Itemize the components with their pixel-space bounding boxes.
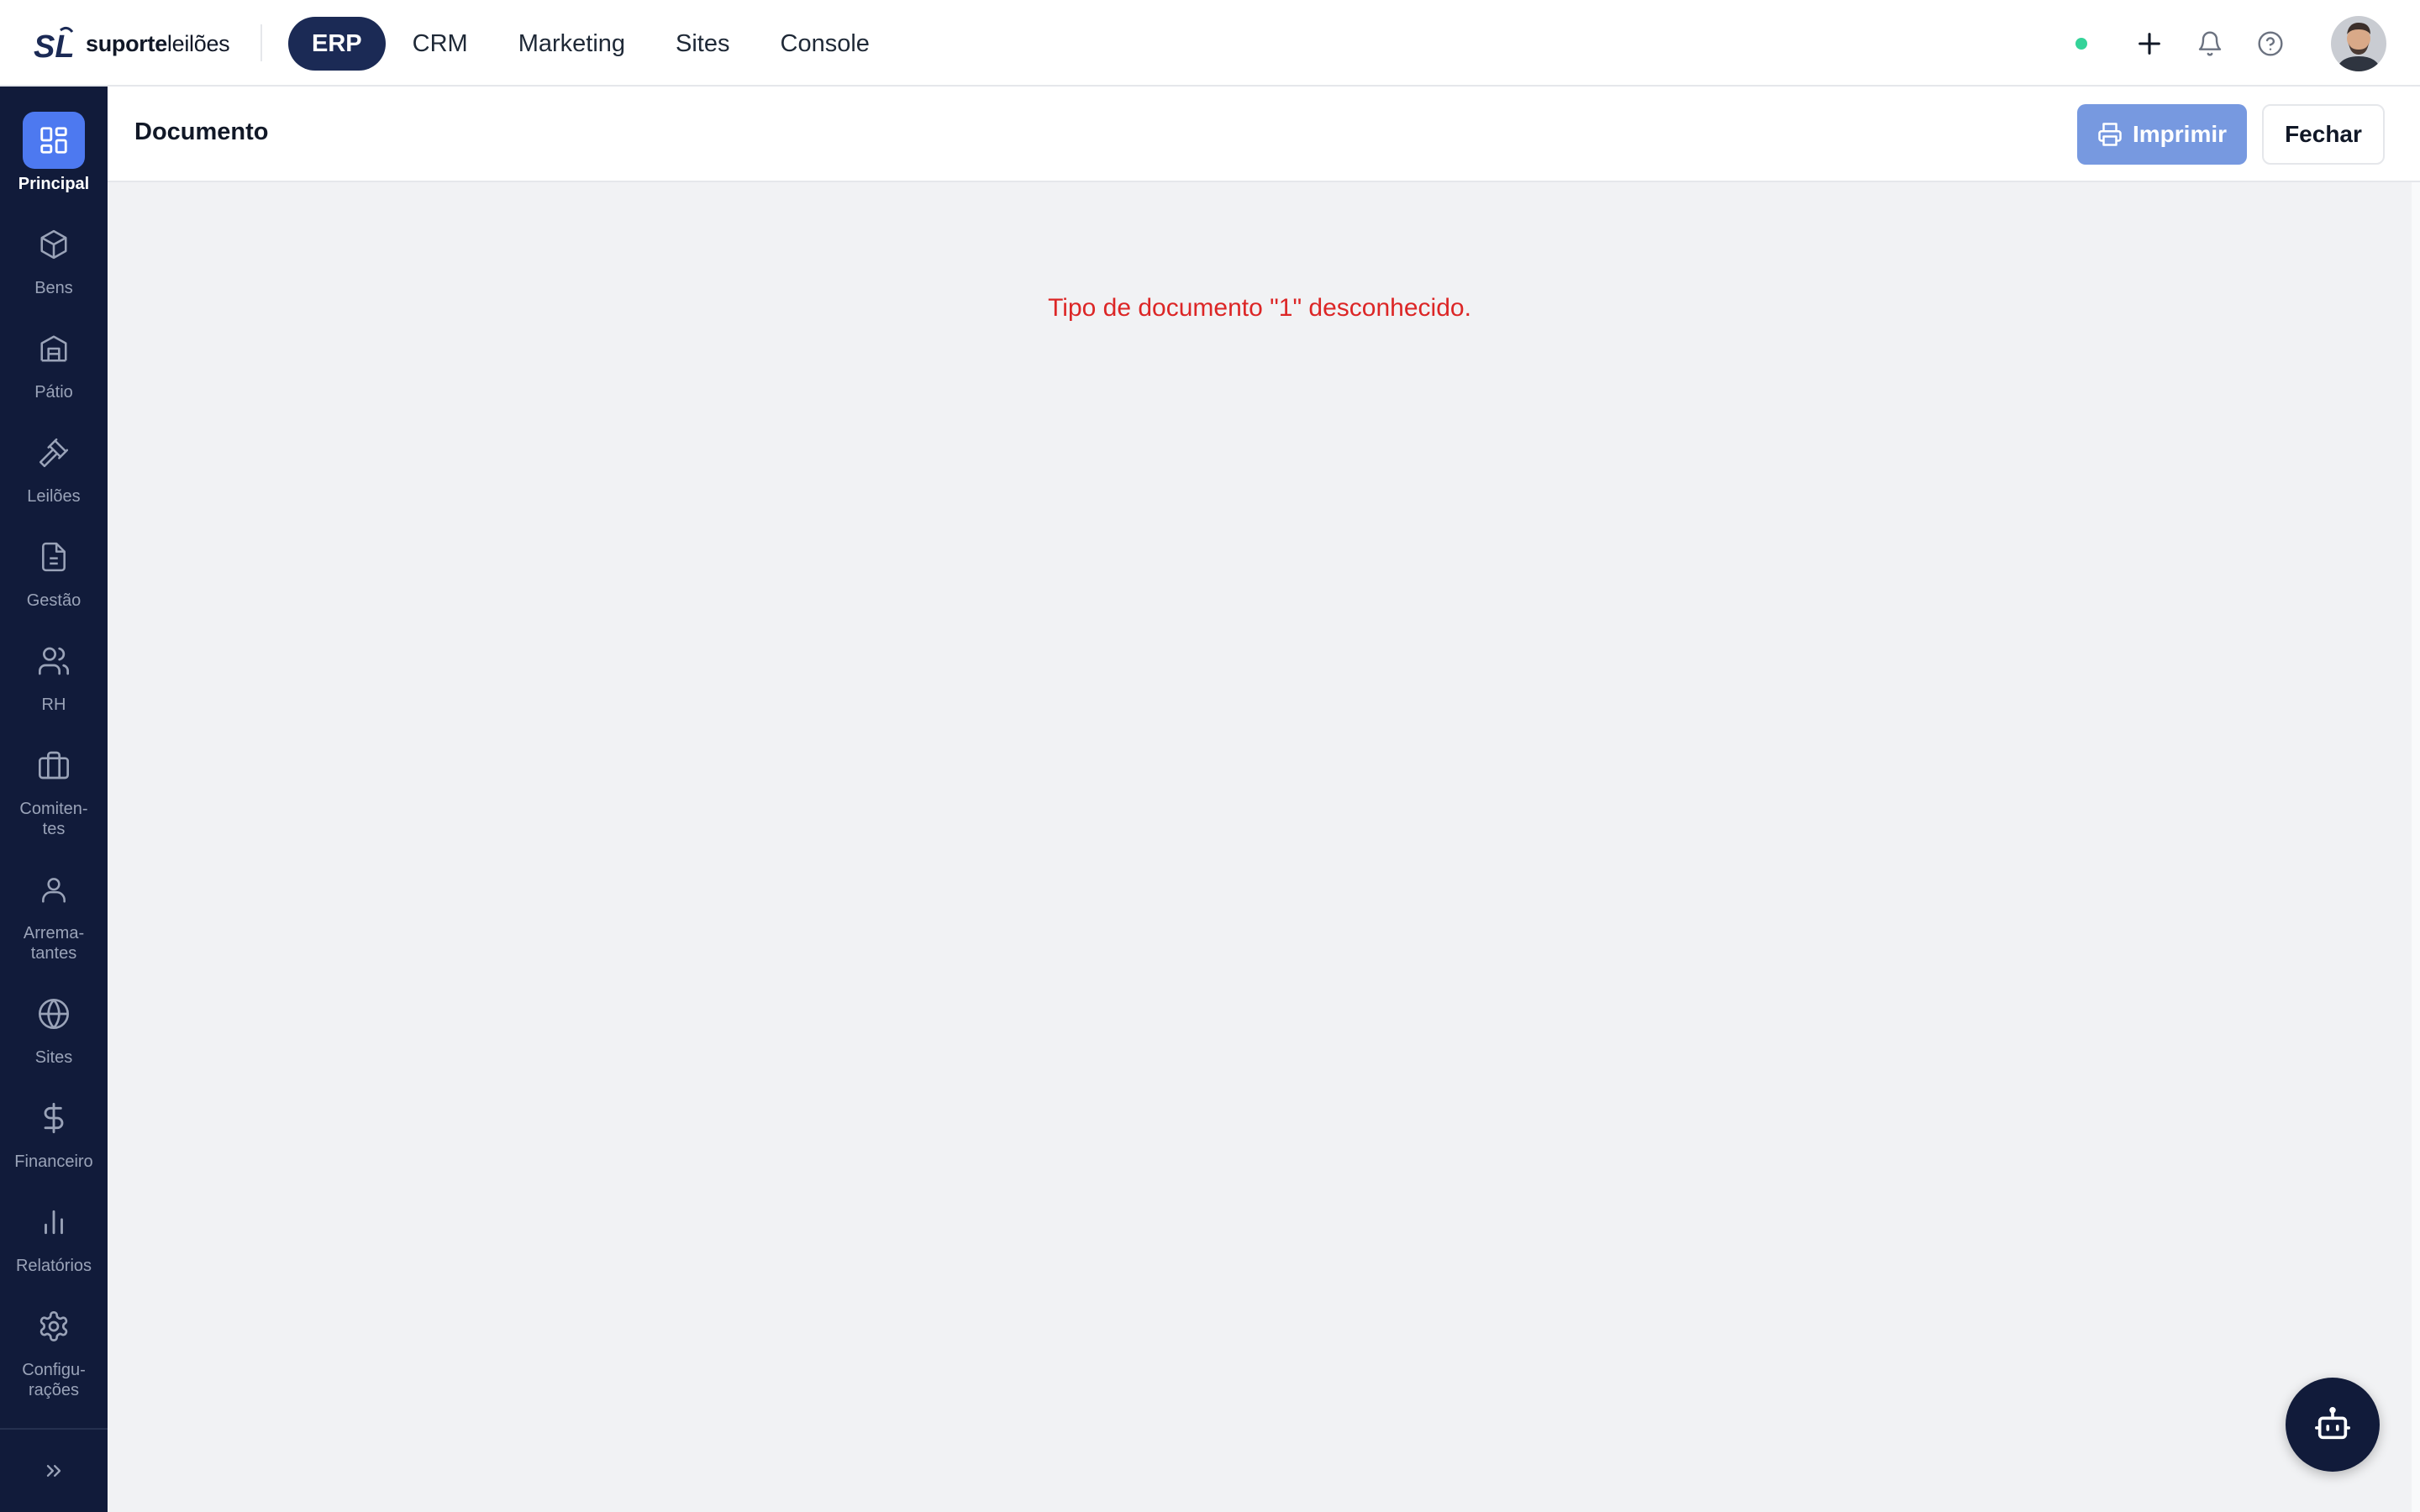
top-actions	[2075, 16, 2386, 71]
sidebar-item-label: Bens	[34, 279, 73, 297]
status-indicator	[2075, 38, 2087, 50]
sidebar-item-principal[interactable]: Principal	[0, 112, 108, 194]
page-title: Documento	[134, 118, 269, 145]
scrollbar-track[interactable]	[2412, 182, 2420, 1512]
document-content: Tipo de documento "1" desconhecido.	[108, 182, 2420, 1512]
document-header: Documento Imprimir Fechar	[108, 87, 2420, 182]
file-text-icon	[23, 528, 85, 585]
plus-icon[interactable]	[2131, 25, 2168, 62]
bar-chart-icon	[23, 1194, 85, 1251]
sidebar-item-arrematantes[interactable]: Arrema- tantes	[0, 861, 108, 963]
print-button-label: Imprimir	[2132, 121, 2228, 147]
sidebar-item-configuracoes[interactable]: Configu- rações	[0, 1298, 108, 1400]
svg-text:SL: SL	[34, 29, 75, 64]
gavel-icon	[23, 424, 85, 481]
close-button-label: Fechar	[2285, 121, 2362, 147]
sidebar-item-label: Pátio	[34, 383, 73, 402]
sidebar-item-label: Comiten- tes	[19, 800, 88, 838]
top-nav-erp[interactable]: ERP	[288, 17, 386, 71]
users-icon	[23, 633, 85, 690]
box-icon	[23, 216, 85, 273]
close-button[interactable]: Fechar	[2262, 104, 2385, 165]
sidebar-item-label: Principal	[18, 175, 90, 193]
top-bar: SL suporteleilões ERP CRM Marketing Site…	[0, 0, 2420, 87]
logo-divider	[260, 24, 262, 61]
printer-icon	[2098, 123, 2122, 146]
print-button[interactable]: Imprimir	[2077, 104, 2247, 165]
sidebar-item-label: Arrema- tantes	[23, 924, 85, 963]
bot-icon	[2315, 1407, 2350, 1440]
error-message: Tipo de documento "1" desconhecido.	[1048, 294, 1471, 322]
globe-icon	[23, 985, 85, 1042]
chevrons-right-icon	[46, 1465, 61, 1477]
sidebar-item-bens[interactable]: Bens	[0, 216, 108, 298]
help-circle-icon[interactable]	[2252, 25, 2289, 62]
top-nav: ERP CRM Marketing Sites Console	[288, 17, 897, 71]
assistant-button[interactable]	[2286, 1378, 2380, 1472]
top-nav-sites[interactable]: Sites	[652, 17, 753, 71]
sidebar-item-label: Gestão	[26, 591, 82, 610]
sidebar-item-label: Relatórios	[15, 1257, 92, 1275]
sidebar-expand-button[interactable]	[0, 1428, 108, 1512]
sidebar-item-leiloes[interactable]: Leilões	[0, 424, 108, 507]
sidebar-item-label: Configu- rações	[22, 1361, 86, 1399]
app-logo[interactable]: SL suporteleilões	[32, 24, 230, 64]
layout-grid-icon	[23, 112, 85, 169]
bell-icon[interactable]	[2191, 25, 2228, 62]
top-nav-marketing[interactable]: Marketing	[495, 17, 649, 71]
top-nav-console[interactable]: Console	[757, 17, 893, 71]
logo-mark-icon: SL	[34, 26, 75, 64]
sidebar-item-rh[interactable]: RH	[0, 633, 108, 715]
top-nav-crm[interactable]: CRM	[389, 17, 492, 71]
sidebar-item-financeiro[interactable]: Financeiro	[0, 1089, 108, 1172]
sidebar-item-label: Financeiro	[14, 1152, 93, 1171]
sidebar-item-label: RH	[41, 696, 66, 714]
sidebar-item-label: Sites	[34, 1048, 73, 1067]
gear-icon	[23, 1298, 85, 1355]
sidebar-item-patio[interactable]: Pátio	[0, 320, 108, 402]
dollar-icon	[23, 1089, 85, 1147]
sidebar-item-relatorios[interactable]: Relatórios	[0, 1194, 108, 1276]
sidebar-item-label: Leilões	[27, 487, 81, 506]
briefcase-icon	[23, 737, 85, 794]
sidebar-item-sites[interactable]: Sites	[0, 985, 108, 1068]
user-icon	[23, 861, 85, 918]
sidebar-item-gestao[interactable]: Gestão	[0, 528, 108, 611]
sidebar: Principal Bens Pátio Leilões Gestão RH C…	[0, 87, 108, 1512]
logo-text: suporteleilões	[86, 30, 230, 56]
user-avatar[interactable]	[2331, 16, 2386, 71]
sidebar-item-comitentes[interactable]: Comiten- tes	[0, 737, 108, 839]
warehouse-icon	[23, 320, 85, 377]
